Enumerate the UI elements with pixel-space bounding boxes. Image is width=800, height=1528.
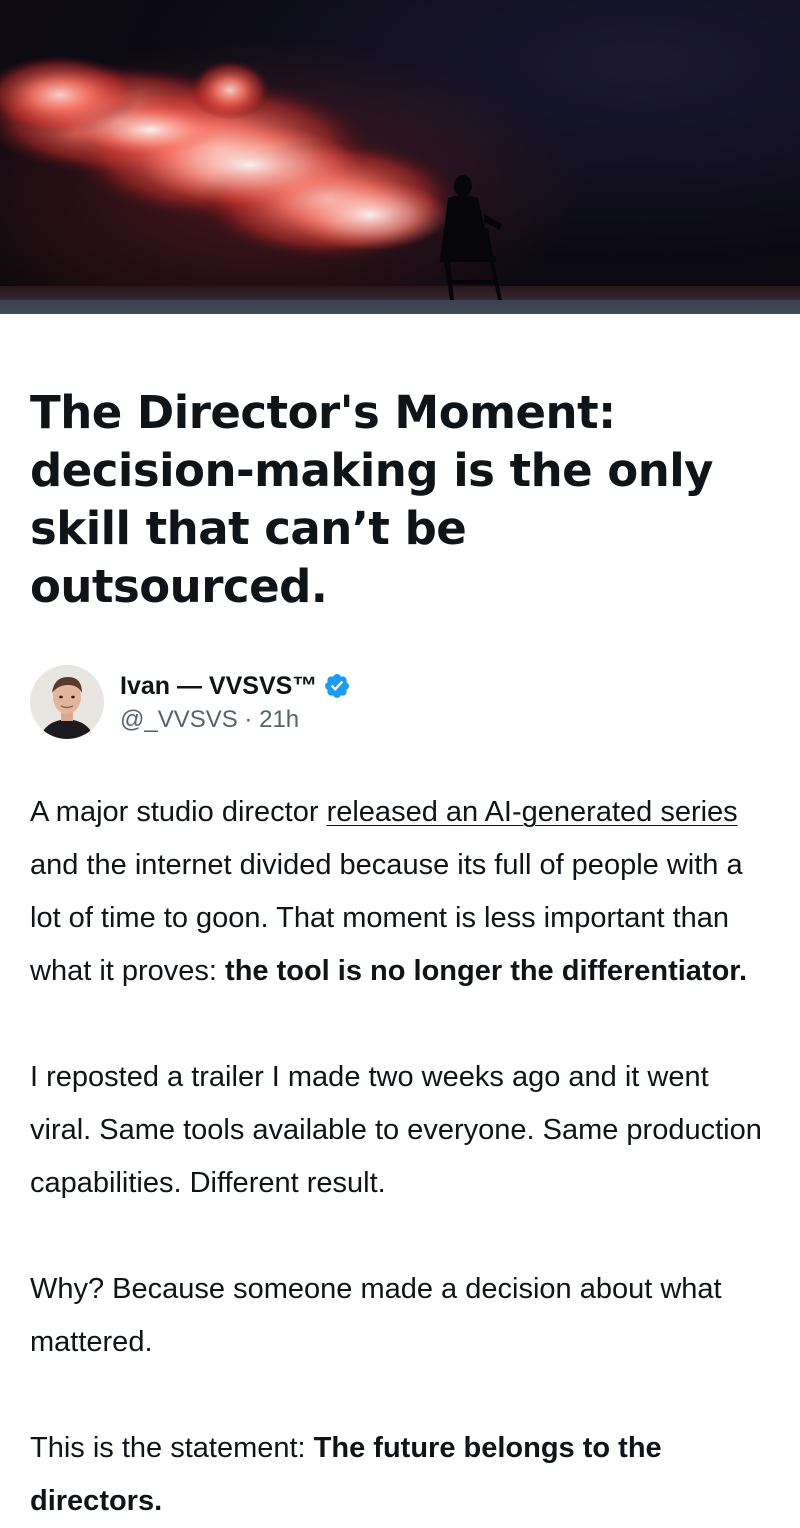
meta-separator: · [244, 706, 253, 733]
author-info: Ivan — VVSVS™ @_VVSVS · 21h [120, 670, 351, 734]
article: The Director's Moment: decision-making i… [0, 384, 800, 1528]
article-title: The Director's Moment: decision-making i… [30, 386, 714, 613]
p4-text-start: This is the statement: [30, 1432, 314, 1464]
hero-image [0, 0, 800, 314]
post-time[interactable]: 21h [259, 706, 299, 733]
author-name[interactable]: Ivan — VVSVS™ [120, 672, 317, 701]
verified-badge-icon[interactable] [323, 672, 351, 700]
article-body: A major studio director released an AI-g… [30, 786, 770, 1528]
series-link[interactable]: released an AI-generated series [327, 796, 738, 828]
paragraph-1: A major studio director released an AI-g… [30, 786, 770, 998]
p1-bold-statement: the tool is no longer the differentiator… [225, 955, 748, 987]
p1-text-start: A major studio director [30, 796, 327, 828]
paragraph-4: This is the statement: The future belong… [30, 1422, 770, 1528]
avatar[interactable] [30, 665, 104, 739]
paragraph-3: Why? Because someone made a decision abo… [30, 1273, 722, 1358]
paragraph-2: I reposted a trailer I made two weeks ag… [30, 1061, 762, 1199]
author-row[interactable]: Ivan — VVSVS™ @_VVSVS · 21h [30, 664, 770, 740]
author-name-row: Ivan — VVSVS™ [120, 670, 351, 702]
author-handle[interactable]: @_VVSVS [120, 706, 238, 733]
author-meta: @_VVSVS · 21h [120, 706, 351, 734]
